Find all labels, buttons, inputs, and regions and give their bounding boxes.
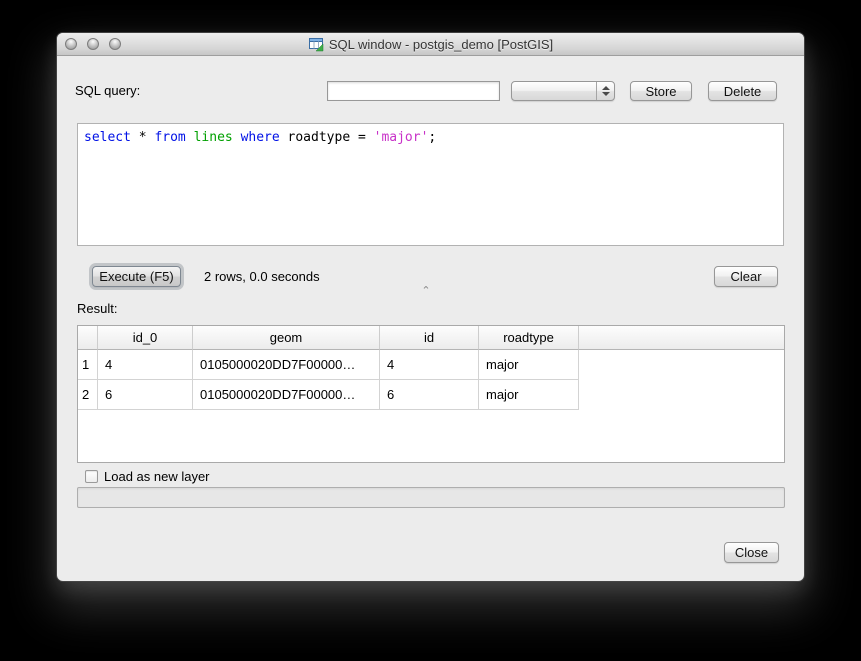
table-cell[interactable]: major (479, 380, 579, 410)
table-cell[interactable]: 4 (380, 350, 479, 380)
sql-editor[interactable]: select * from lines where roadtype = 'ma… (77, 123, 784, 246)
column-header-id_0[interactable]: id_0 (98, 326, 193, 350)
column-header-id[interactable]: id (380, 326, 479, 350)
query-name-input[interactable] (327, 81, 500, 101)
combo-stepper-icon (596, 82, 614, 100)
load-as-new-layer-checkbox[interactable] (85, 470, 98, 483)
minimize-window-button[interactable] (87, 38, 99, 50)
delete-button[interactable]: Delete (708, 81, 777, 101)
store-button[interactable]: Store (630, 81, 692, 101)
window-title: SQL window - postgis_demo [PostGIS] (329, 37, 553, 52)
titlebar[interactable]: SQL window - postgis_demo [PostGIS] (57, 33, 804, 56)
load-as-new-layer-label: Load as new layer (104, 469, 210, 484)
sql-window-dialog: SQL window - postgis_demo [PostGIS] SQL … (57, 33, 804, 581)
table-cell[interactable]: 4 (98, 350, 193, 380)
sql-window-icon (308, 36, 324, 52)
table-cell[interactable]: major (479, 350, 579, 380)
row-header[interactable]: 1 (78, 350, 98, 380)
splitter-handle-icon[interactable]: ⌃ (419, 287, 433, 296)
traffic-lights (65, 38, 121, 50)
clear-button[interactable]: Clear (714, 266, 778, 287)
table-cell[interactable]: 6 (380, 380, 479, 410)
column-header-roadtype[interactable]: roadtype (479, 326, 579, 350)
zoom-window-button[interactable] (109, 38, 121, 50)
layer-name-input (77, 487, 785, 508)
column-header-geom[interactable]: geom (193, 326, 380, 350)
close-window-button[interactable] (65, 38, 77, 50)
query-status-text: 2 rows, 0.0 seconds (204, 266, 320, 287)
table-cell-filler (579, 350, 784, 380)
sql-editor-text: select * from lines where roadtype = 'ma… (84, 130, 777, 145)
result-label: Result: (77, 301, 117, 316)
table-cell[interactable]: 0105000020DD7F00000… (193, 380, 380, 410)
sql-query-label: SQL query: (75, 83, 140, 98)
stored-query-select[interactable] (511, 81, 615, 101)
close-button[interactable]: Close (724, 542, 779, 563)
column-header-filler (579, 326, 784, 350)
execute-button[interactable]: Execute (F5) (92, 266, 181, 287)
table-cell[interactable]: 0105000020DD7F00000… (193, 350, 380, 380)
table-cell[interactable]: 6 (98, 380, 193, 410)
table-corner-header (78, 326, 98, 350)
row-header[interactable]: 2 (78, 380, 98, 410)
result-table: id_0 geom id roadtype 1 4 0105000020DD7F… (77, 325, 785, 463)
table-cell-filler (579, 380, 784, 410)
